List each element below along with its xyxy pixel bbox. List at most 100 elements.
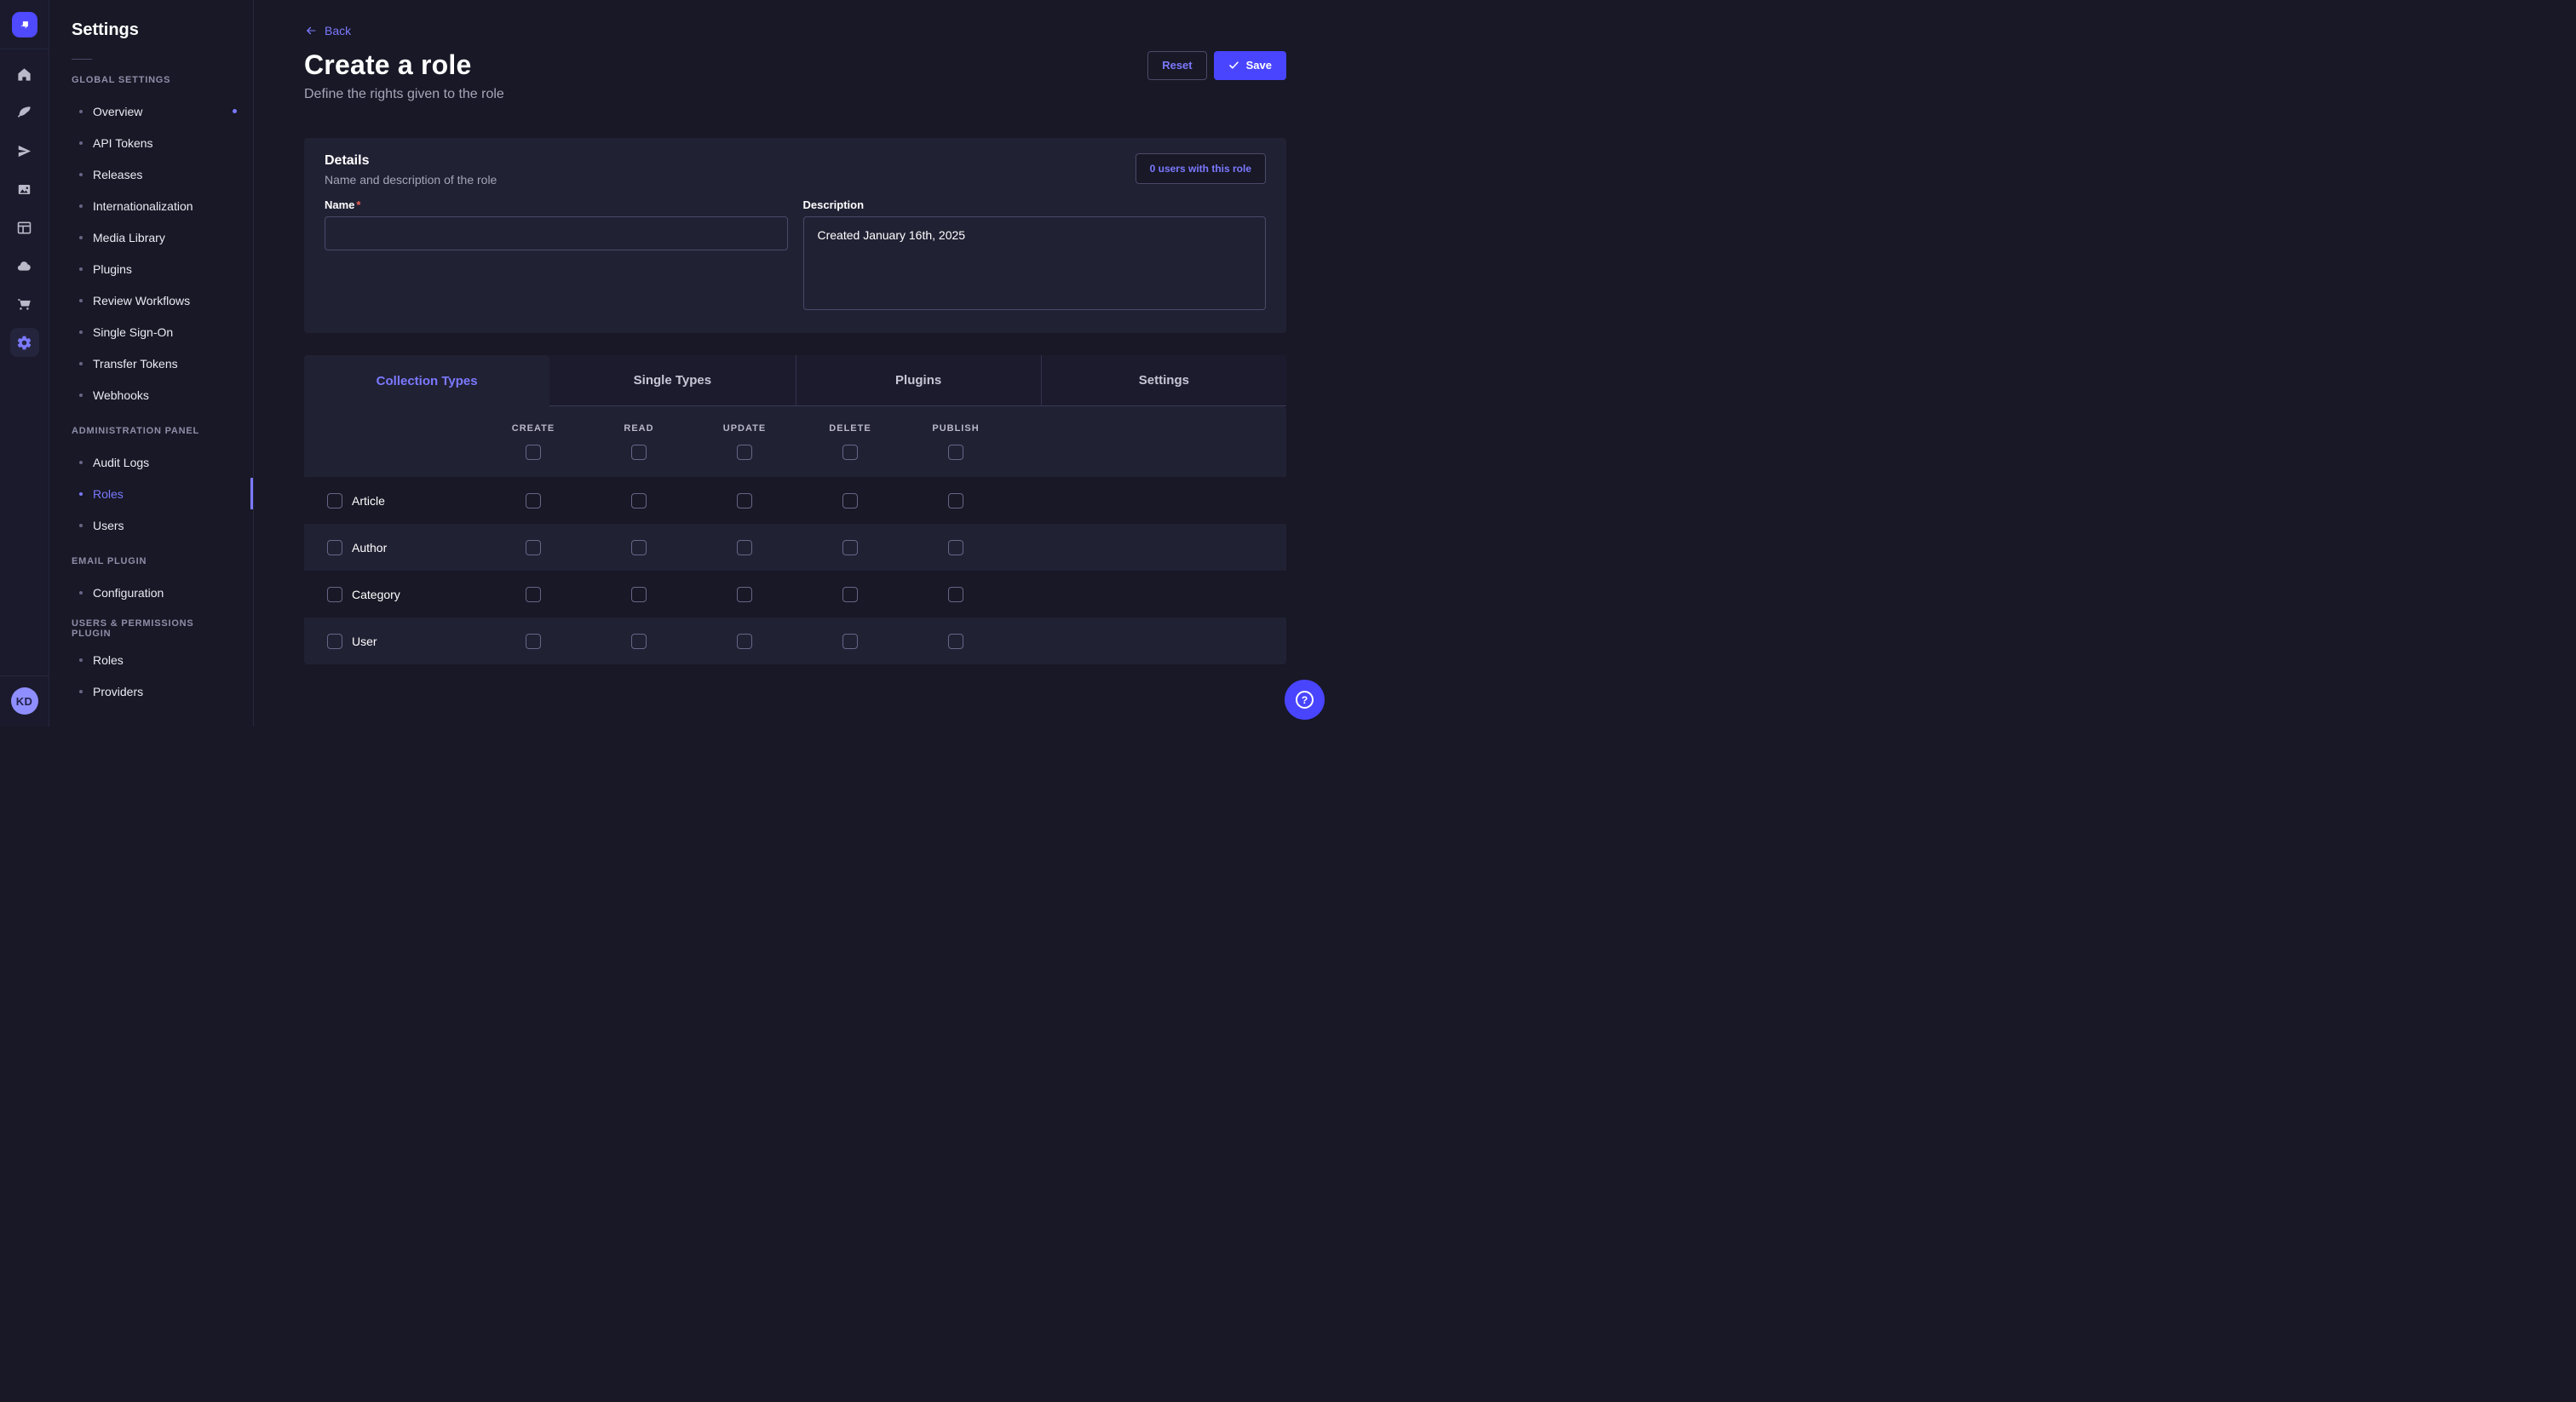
- row-user-create-checkbox[interactable]: [526, 634, 541, 649]
- reset-label: Reset: [1162, 59, 1192, 72]
- cloud-icon: [16, 258, 32, 274]
- row-category-publish-checkbox[interactable]: [948, 587, 963, 602]
- row-user-publish-checkbox[interactable]: [948, 634, 963, 649]
- row-category-create-checkbox[interactable]: [526, 587, 541, 602]
- check-icon: [1228, 60, 1239, 71]
- row-author-publish-checkbox[interactable]: [948, 540, 963, 555]
- select-all-publish-checkbox[interactable]: [948, 445, 963, 460]
- sidebar-section-header: EMAIL PLUGIN: [49, 553, 253, 570]
- bullet-icon: [79, 492, 83, 496]
- row-user-select-checkbox[interactable]: [327, 634, 342, 649]
- permissions-column-publish: PUBLISH: [903, 423, 1009, 460]
- sidebar-item-roles[interactable]: Roles: [49, 644, 253, 675]
- sidebar-item-plugins[interactable]: Plugins: [49, 253, 253, 284]
- rail-nav-content-manager[interactable]: [10, 98, 39, 127]
- rail-nav-home[interactable]: [10, 60, 39, 89]
- required-asterisk: *: [356, 198, 360, 211]
- sidebar-item-review-workflows[interactable]: Review Workflows: [49, 284, 253, 316]
- rail-nav-deploy[interactable]: [10, 136, 39, 165]
- row-article-create-checkbox[interactable]: [526, 493, 541, 509]
- select-all-delete-checkbox[interactable]: [842, 445, 858, 460]
- sidebar-item-label: Providers: [93, 685, 143, 698]
- row-user-update-checkbox[interactable]: [737, 634, 752, 649]
- strapi-logo-icon[interactable]: [12, 12, 37, 37]
- select-all-create-checkbox[interactable]: [526, 445, 541, 460]
- row-article-select-checkbox[interactable]: [327, 493, 342, 509]
- permission-cell: [903, 493, 1009, 509]
- row-user-delete-checkbox[interactable]: [842, 634, 858, 649]
- column-header-label: CREATE: [512, 423, 555, 434]
- row-user-read-checkbox[interactable]: [631, 634, 647, 649]
- row-article-delete-checkbox[interactable]: [842, 493, 858, 509]
- tab-collection-types[interactable]: Collection Types: [304, 355, 549, 406]
- sidebar-item-audit-logs[interactable]: Audit Logs: [49, 446, 253, 478]
- sidebar-item-single-sign-on[interactable]: Single Sign-On: [49, 316, 253, 348]
- sidebar-item-label: Review Workflows: [93, 294, 190, 307]
- row-author-update-checkbox[interactable]: [737, 540, 752, 555]
- help-button[interactable]: ?: [1285, 680, 1325, 720]
- permissions-column-create: CREATE: [480, 423, 586, 460]
- home-icon: [16, 66, 32, 83]
- row-article-publish-checkbox[interactable]: [948, 493, 963, 509]
- name-input[interactable]: [325, 216, 788, 250]
- select-all-read-checkbox[interactable]: [631, 445, 647, 460]
- row-author-create-checkbox[interactable]: [526, 540, 541, 555]
- bullet-icon: [79, 330, 83, 334]
- sidebar-item-media-library[interactable]: Media Library: [49, 221, 253, 253]
- sidebar-item-internationalization[interactable]: Internationalization: [49, 190, 253, 221]
- avatar[interactable]: KD: [11, 687, 38, 715]
- back-link[interactable]: Back: [304, 24, 351, 37]
- tab-settings[interactable]: Settings: [1041, 355, 1286, 406]
- sidebar-item-api-tokens[interactable]: API Tokens: [49, 127, 253, 158]
- row-category-delete-checkbox[interactable]: [842, 587, 858, 602]
- sidebar-item-configuration[interactable]: Configuration: [49, 577, 253, 608]
- feather-icon: [16, 105, 32, 121]
- bullet-icon: [79, 299, 83, 302]
- users-with-role-button[interactable]: 0 users with this role: [1136, 153, 1266, 184]
- sidebar-item-overview[interactable]: Overview: [49, 95, 253, 127]
- permission-cell: [797, 587, 903, 602]
- rail-nav-settings[interactable]: [10, 328, 39, 357]
- rail-nav-cloud[interactable]: [10, 251, 39, 280]
- permission-cell: [480, 540, 586, 555]
- row-article-update-checkbox[interactable]: [737, 493, 752, 509]
- sidebar-item-providers[interactable]: Providers: [49, 675, 253, 707]
- sidebar-section-header: GLOBAL SETTINGS: [49, 72, 253, 89]
- sidebar-item-roles[interactable]: Roles: [49, 478, 253, 509]
- sidebar-item-users[interactable]: Users: [49, 509, 253, 541]
- rail-nav-marketplace[interactable]: [10, 290, 39, 319]
- sidebar-item-label: Transfer Tokens: [93, 357, 178, 371]
- settings-sidebar: Settings GLOBAL SETTINGSOverviewAPI Toke…: [49, 0, 254, 727]
- row-author-read-checkbox[interactable]: [631, 540, 647, 555]
- sidebar-item-transfer-tokens[interactable]: Transfer Tokens: [49, 348, 253, 379]
- row-author-select-checkbox[interactable]: [327, 540, 342, 555]
- bullet-icon: [79, 110, 83, 113]
- tab-plugins[interactable]: Plugins: [796, 355, 1041, 406]
- description-input[interactable]: Created January 16th, 2025: [803, 216, 1267, 310]
- rail-nav-media-library[interactable]: [10, 175, 39, 204]
- row-category-update-checkbox[interactable]: [737, 587, 752, 602]
- permission-cell: [692, 587, 797, 602]
- sidebar-item-webhooks[interactable]: Webhooks: [49, 379, 253, 411]
- tab-single-types[interactable]: Single Types: [549, 355, 795, 406]
- sidebar-item-releases[interactable]: Releases: [49, 158, 253, 190]
- bullet-icon: [79, 591, 83, 595]
- question-mark-icon: ?: [1296, 691, 1314, 709]
- select-all-update-checkbox[interactable]: [737, 445, 752, 460]
- permission-cell: [586, 587, 692, 602]
- main-nav-rail: KD: [0, 0, 49, 727]
- row-category-read-checkbox[interactable]: [631, 587, 647, 602]
- reset-button[interactable]: Reset: [1147, 51, 1206, 80]
- save-button[interactable]: Save: [1214, 51, 1286, 80]
- bullet-icon: [79, 690, 83, 693]
- cart-icon: [16, 296, 32, 313]
- row-author-delete-checkbox[interactable]: [842, 540, 858, 555]
- row-article-read-checkbox[interactable]: [631, 493, 647, 509]
- description-field-group: Description Created January 16th, 2025: [803, 198, 1267, 314]
- rail-bottom: KD: [0, 675, 49, 727]
- rail-nav-content-type-builder[interactable]: [10, 213, 39, 242]
- paper-plane-icon: [16, 143, 32, 159]
- row-category-select-checkbox[interactable]: [327, 587, 342, 602]
- details-title: Details: [325, 153, 497, 169]
- pictures-icon: [16, 181, 32, 198]
